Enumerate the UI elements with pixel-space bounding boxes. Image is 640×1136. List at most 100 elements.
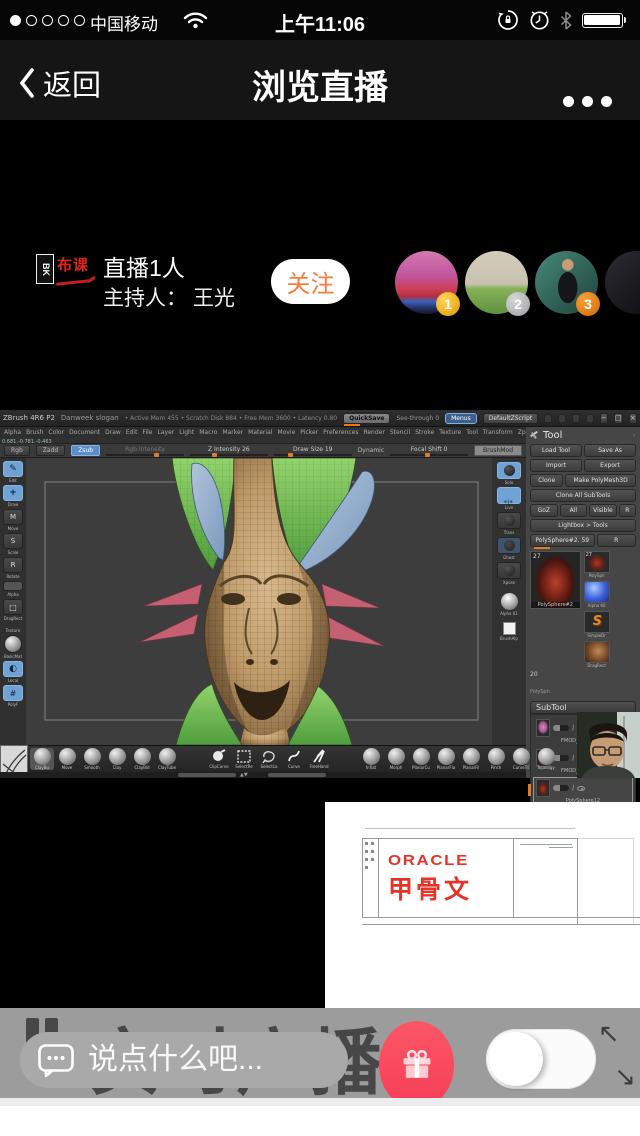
brush-button[interactable]: Morph xyxy=(384,748,408,770)
left-shelf-button[interactable]: Draw xyxy=(2,485,24,507)
goz-button[interactable]: GoZ xyxy=(530,504,558,517)
close-button[interactable]: × xyxy=(629,413,637,424)
subtool-toggle[interactable] xyxy=(553,725,569,731)
rgb-intensity-slider[interactable]: Rgb Intensity xyxy=(106,446,184,456)
right-shelf-button[interactable]: Solo xyxy=(496,462,522,485)
lightbox-tools-button[interactable]: Lightbox > Tools xyxy=(530,519,636,532)
left-shelf-button[interactable]: Rotate xyxy=(2,557,24,579)
chat-input[interactable] xyxy=(88,1043,318,1077)
titlebar-icon-button-1[interactable] xyxy=(572,414,580,423)
menu-item[interactable]: Document xyxy=(69,429,100,436)
brush-button[interactable]: PlanarFil xyxy=(459,748,483,770)
menu-item[interactable]: Brush xyxy=(26,429,43,436)
selectrect-brush-button[interactable]: SelectRe xyxy=(232,748,256,769)
r-button[interactable]: R xyxy=(619,504,636,517)
export-button[interactable]: Export xyxy=(584,459,636,472)
menu-item[interactable]: Draw xyxy=(105,429,121,436)
viewer-avatar-1[interactable]: 1 xyxy=(395,251,458,314)
curve-stroke-button[interactable]: Curve xyxy=(282,748,306,769)
brush-button[interactable]: Pinch xyxy=(484,748,508,770)
menu-item[interactable]: Preferences xyxy=(323,429,358,436)
menu-item[interactable]: File xyxy=(142,429,152,436)
clone-all-subtools-button[interactable]: Clone All SubTools xyxy=(530,489,636,502)
left-shelf-button[interactable]: PolyF xyxy=(2,685,24,707)
follow-button[interactable]: 关注 xyxy=(271,259,350,304)
default-zscript-button[interactable]: DefaultZScript xyxy=(483,413,538,424)
tool-thumbnail[interactable]: 27 PolySph xyxy=(584,551,610,573)
menu-item[interactable]: Light xyxy=(179,429,194,436)
current-tool-r-button[interactable]: R xyxy=(597,534,637,547)
tool-thumbnail[interactable]: SimpleDr xyxy=(584,611,610,633)
left-shelf-button[interactable]: Scale xyxy=(2,533,24,555)
left-shelf-button[interactable]: Move xyxy=(2,509,24,531)
toggle-knob[interactable] xyxy=(489,1032,543,1086)
quicksave-button[interactable]: QuickSave xyxy=(343,413,390,424)
viewer-avatar-2[interactable]: 2 xyxy=(465,251,528,314)
selectlasso-brush-button[interactable]: SelectLa xyxy=(257,748,281,769)
brush-button[interactable]: ClayBld xyxy=(130,748,154,770)
save-as-button[interactable]: Save As xyxy=(584,444,636,457)
chat-input-pill[interactable] xyxy=(20,1032,348,1088)
brush-button[interactable]: Inflat xyxy=(359,748,383,770)
menu-item[interactable]: Texture xyxy=(439,429,461,436)
left-shelf-button[interactable]: Edit xyxy=(2,461,24,483)
menu-item[interactable]: Transform xyxy=(483,429,513,436)
clipcurve-brush-button[interactable]: ClipCurve xyxy=(207,748,231,769)
menu-item[interactable]: Zplugin xyxy=(518,429,526,436)
gift-button[interactable] xyxy=(379,1021,454,1109)
left-shelf-button[interactable]: Texture xyxy=(2,623,24,633)
viewer-avatar-3[interactable]: 3 xyxy=(535,251,598,314)
scroll-arrows[interactable]: ▲▼ xyxy=(240,772,248,778)
right-shelf-button[interactable]: Trans xyxy=(496,512,522,535)
menu-item[interactable]: Alpha xyxy=(4,429,21,436)
menu-item[interactable]: Movie xyxy=(278,429,296,436)
current-tool-field[interactable]: PolySphere#2. 59 xyxy=(530,534,595,547)
edit-pen-icon[interactable]: / xyxy=(571,784,575,792)
left-shelf-button[interactable]: Local xyxy=(2,661,24,683)
z-intensity-slider[interactable]: Z Intensity 26 xyxy=(190,446,268,456)
load-tool-button[interactable]: Load Tool xyxy=(530,444,582,457)
menu-item[interactable]: Stroke xyxy=(415,429,434,436)
menu-item[interactable]: Marker xyxy=(222,429,243,436)
fullscreen-expand-button[interactable]: ↖ ↘ xyxy=(598,1018,640,1094)
right-shelf-button[interactable]: Ghost xyxy=(496,537,522,560)
menu-item[interactable]: Edit xyxy=(126,429,138,436)
menu-item[interactable]: Material xyxy=(248,429,272,436)
rgb-mode-button[interactable]: Rgb xyxy=(4,445,30,456)
right-shelf-button[interactable]: Xpose xyxy=(496,562,522,585)
make-polymesh3d-button[interactable]: Make PolyMesh3D xyxy=(565,474,636,487)
menu-item[interactable]: Macro xyxy=(199,429,217,436)
brush-button[interactable]: PlanarCu xyxy=(409,748,433,770)
brushmod-field[interactable]: BrushMod xyxy=(474,445,522,456)
zadd-mode-button[interactable]: Zadd xyxy=(36,445,65,456)
left-shelf-button[interactable]: DragRect xyxy=(2,599,24,621)
import-button[interactable]: Import xyxy=(530,459,582,472)
danmaku-toggle[interactable] xyxy=(486,1029,596,1089)
right-shelf-button[interactable]: Live xyxy=(496,487,522,510)
brush-button[interactable]: Clay xyxy=(105,748,129,770)
zsub-mode-button[interactable]: Zsub xyxy=(71,445,100,456)
menu-item[interactable]: Render xyxy=(363,429,384,436)
menus-button[interactable]: Menus xyxy=(445,413,477,424)
brush-button[interactable]: PlanarFla xyxy=(434,748,458,770)
tool-thumbnail[interactable]: DragRect xyxy=(584,641,610,663)
subtool-toggle[interactable] xyxy=(553,785,569,791)
more-menu-button[interactable] xyxy=(563,96,612,107)
canvas-scrollbar[interactable]: ▲▼ xyxy=(0,772,526,778)
zbrush-canvas[interactable] xyxy=(26,458,492,745)
titlebar-mini-button-2[interactable] xyxy=(558,414,566,423)
menu-item[interactable]: Color xyxy=(48,429,64,436)
brush-button[interactable]: Move xyxy=(55,748,79,770)
left-shelf-button[interactable]: BasicMat xyxy=(2,635,24,659)
brush-button[interactable]: Smooth xyxy=(80,748,104,770)
draw-size-slider[interactable]: Draw Size 19 xyxy=(274,446,352,456)
focal-shift-slider[interactable]: Focal Shift 0 xyxy=(390,446,468,456)
menu-item[interactable]: Stencil xyxy=(390,429,410,436)
freehand-stroke-button[interactable]: FreeHand xyxy=(307,748,331,769)
dynamic-label[interactable]: Dynamic xyxy=(358,447,384,454)
brush-button[interactable]: ClayBu xyxy=(30,748,54,770)
menu-item[interactable]: Layer xyxy=(158,429,175,436)
brush-button[interactable]: Topology xyxy=(534,748,558,770)
visible-button[interactable]: Visible xyxy=(589,504,617,517)
restore-button[interactable]: □ xyxy=(614,413,623,424)
